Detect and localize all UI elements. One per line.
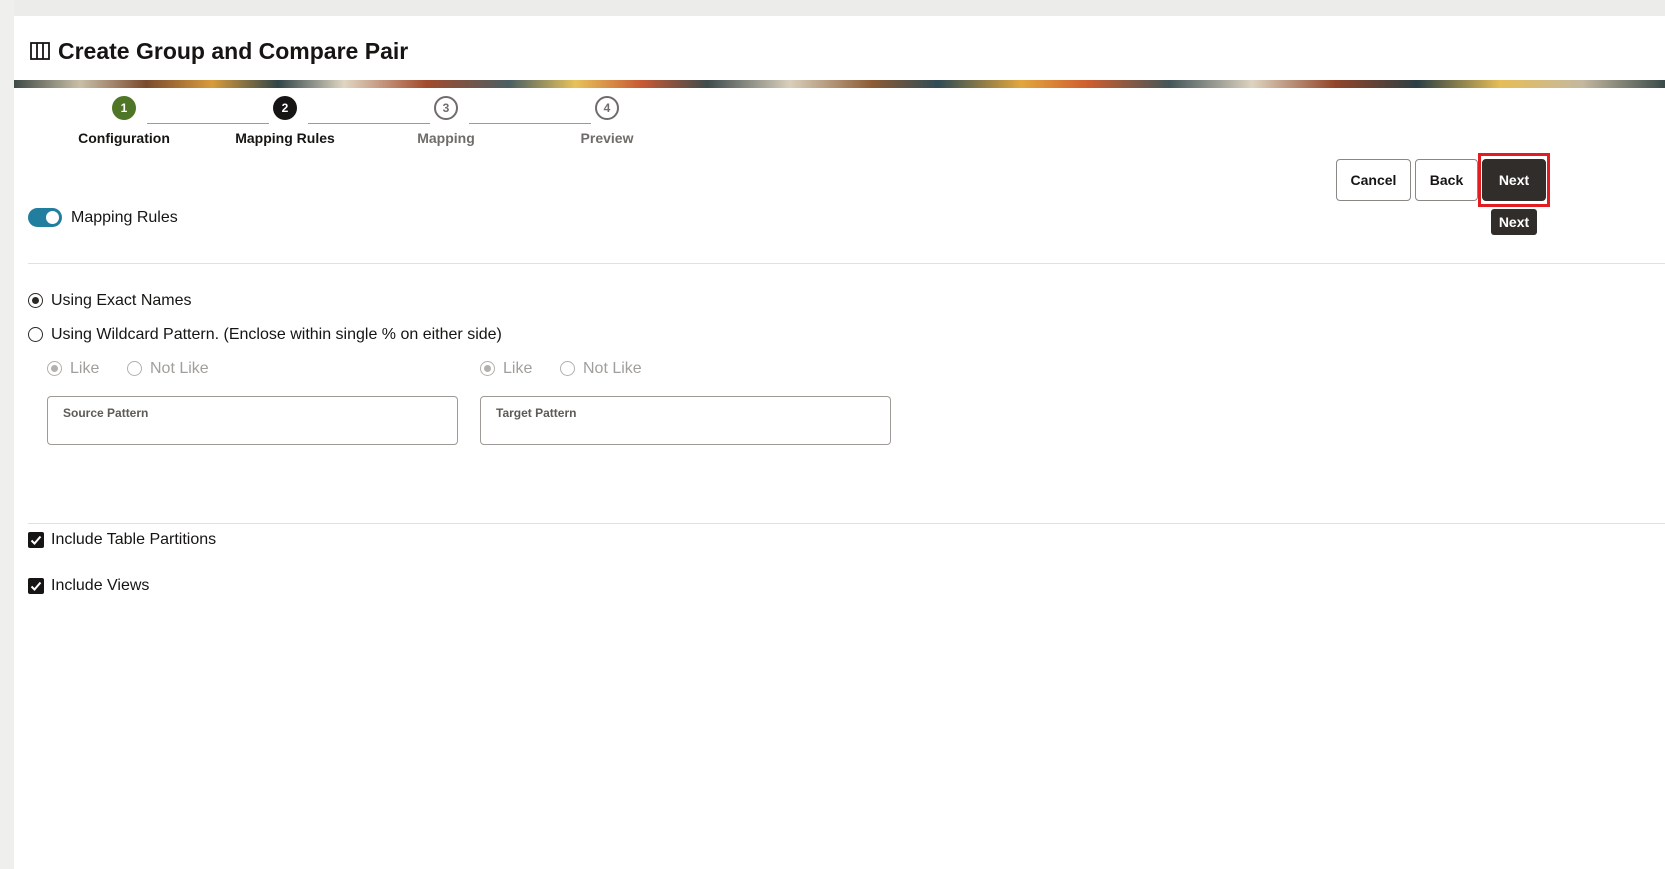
mapping-rules-label: Mapping Rules xyxy=(71,209,178,226)
source-like-label: Like xyxy=(70,360,100,377)
step-number: 1 xyxy=(112,96,136,120)
step-number: 4 xyxy=(595,96,619,120)
checkmark-icon xyxy=(30,535,42,545)
dialog-panel: Create Group and Compare Pair 1 Configur… xyxy=(14,16,1665,869)
include-partitions-checkbox[interactable] xyxy=(28,532,44,548)
step-mapping[interactable]: 3 Mapping xyxy=(386,96,506,146)
include-partitions-label: Include Table Partitions xyxy=(51,531,217,548)
target-pattern-input[interactable]: Target Pattern xyxy=(480,396,891,445)
step-label: Mapping xyxy=(417,130,475,146)
exact-names-radio[interactable] xyxy=(28,293,43,308)
step-preview[interactable]: 4 Preview xyxy=(547,96,667,146)
step-number: 2 xyxy=(273,96,297,120)
left-border xyxy=(0,0,14,869)
include-views-checkbox[interactable] xyxy=(28,578,44,594)
source-like-radio[interactable] xyxy=(47,361,62,376)
back-button[interactable]: Back xyxy=(1415,159,1478,201)
wildcard-pattern-radio[interactable] xyxy=(28,327,43,342)
decorative-banner xyxy=(14,80,1665,88)
source-not-like-radio[interactable] xyxy=(127,361,142,376)
page-title: Create Group and Compare Pair xyxy=(58,37,409,64)
target-not-like-label: Not Like xyxy=(583,360,642,377)
checkmark-icon xyxy=(30,581,42,591)
step-label: Configuration xyxy=(78,130,170,146)
target-not-like-radio[interactable] xyxy=(560,361,575,376)
step-label: Mapping Rules xyxy=(235,130,335,146)
target-pattern-label: Target Pattern xyxy=(496,406,577,420)
next-button-highlight xyxy=(1478,153,1550,207)
step-configuration[interactable]: 1 Configuration xyxy=(64,96,184,146)
include-views-label: Include Views xyxy=(51,577,150,594)
step-mapping-rules[interactable]: 2 Mapping Rules xyxy=(225,96,345,146)
page-header: Create Group and Compare Pair xyxy=(30,34,408,68)
target-like-label: Like xyxy=(503,360,533,377)
target-like-radio[interactable] xyxy=(480,361,495,376)
columns-icon xyxy=(30,42,50,60)
cancel-button[interactable]: Cancel xyxy=(1336,159,1411,201)
source-pattern-input[interactable]: Source Pattern xyxy=(47,396,458,445)
section-divider xyxy=(28,263,1665,264)
step-number: 3 xyxy=(434,96,458,120)
exact-names-label: Using Exact Names xyxy=(51,292,192,309)
source-pattern-label: Source Pattern xyxy=(63,406,149,420)
next-tooltip: Next xyxy=(1491,209,1537,235)
section-divider xyxy=(28,523,1665,524)
mapping-rules-toggle[interactable] xyxy=(28,208,62,227)
wildcard-pattern-label: Using Wildcard Pattern. (Enclose within … xyxy=(51,326,502,343)
source-not-like-label: Not Like xyxy=(150,360,209,377)
toggle-knob xyxy=(46,211,59,224)
step-label: Preview xyxy=(580,130,634,146)
top-border xyxy=(0,0,1665,16)
